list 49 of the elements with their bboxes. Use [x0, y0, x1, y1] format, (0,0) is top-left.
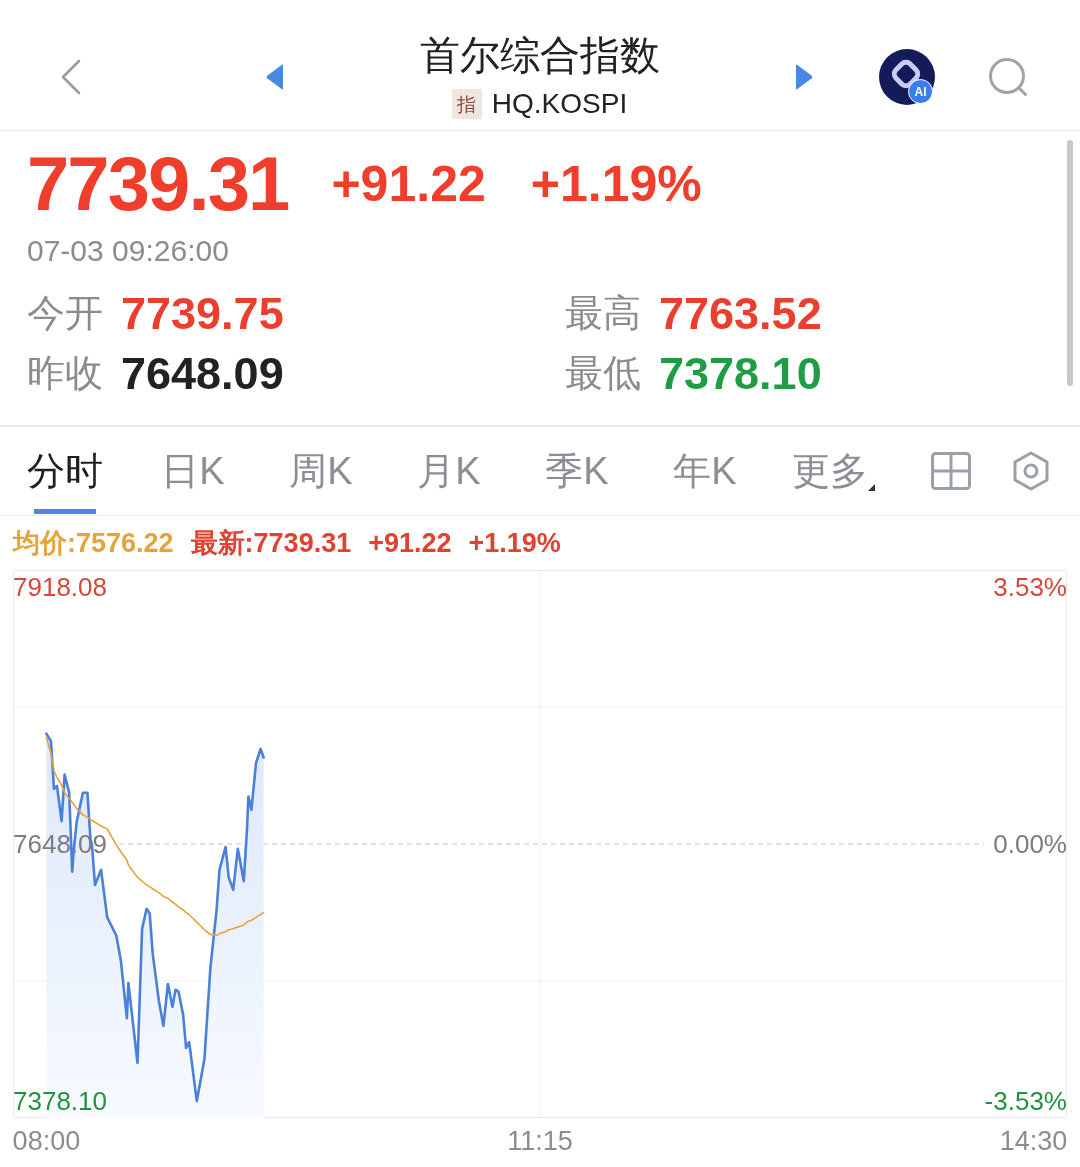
chart-legend-text: +91.22 — [368, 529, 452, 557]
price-axis-label: 7378.10 — [13, 1088, 107, 1114]
grid-icon — [931, 452, 971, 490]
index-title: 首尔综合指数 — [419, 35, 660, 75]
left-triangle-icon — [266, 64, 284, 90]
chart-period-tab[interactable]: 更多 — [769, 427, 897, 515]
stat-label: 今开 — [27, 294, 103, 332]
last-price: 7739.31 — [27, 146, 289, 222]
stat-label: 昨收 — [27, 354, 103, 392]
index-code: HQ.KOSPI — [491, 90, 628, 118]
chart-period-tab[interactable]: 分时 — [1, 427, 129, 515]
percent-change: +1.19% — [530, 159, 702, 209]
ai-assistant-button[interactable]: AI — [879, 49, 935, 105]
next-index-button[interactable] — [795, 64, 813, 90]
search-button[interactable] — [988, 57, 1028, 97]
chart-legend-text: +1.19% — [468, 529, 561, 557]
quote-timestamp: 07-03 09:26:00 — [27, 236, 229, 266]
settings-button[interactable] — [1013, 451, 1049, 491]
percent-axis-label: -3.53% — [984, 1088, 1067, 1114]
back-chevron-icon — [60, 59, 82, 95]
search-icon — [988, 57, 1028, 97]
stat-value: 7648.09 — [121, 350, 284, 396]
percent-axis-label: 3.53% — [993, 574, 1067, 600]
chart-period-tab[interactable]: 年K — [641, 427, 769, 515]
back-button[interactable] — [60, 59, 82, 95]
index-type-badge: 指 — [451, 89, 482, 119]
chart-period-tab[interactable]: 周K — [257, 427, 385, 515]
price-axis-label: 7918.08 — [13, 574, 107, 600]
percent-axis-label: 0.00% — [993, 831, 1067, 857]
stat-label: 最低 — [565, 354, 641, 392]
price-change: +91.22 — [331, 159, 486, 209]
grid-layout-button[interactable] — [931, 452, 971, 490]
stat-value: 7763.52 — [659, 290, 822, 336]
chart-period-tab[interactable]: 日K — [129, 427, 257, 515]
stat-value: 7378.10 — [659, 350, 822, 396]
time-axis-label: 11:15 — [507, 1128, 573, 1155]
chart-legend-text: 均价:7576.22 — [13, 529, 174, 557]
chart-legend-text: 最新:7739.31 — [190, 529, 352, 557]
previous-index-button[interactable] — [266, 64, 284, 90]
selected-tab-underline — [34, 509, 96, 514]
time-axis-label: 14:30 — [999, 1128, 1068, 1155]
time-axis-label: 08:00 — [12, 1128, 81, 1155]
stat-label: 最高 — [565, 294, 641, 332]
right-triangle-icon — [795, 64, 813, 90]
settings-icon — [1013, 451, 1049, 491]
stat-value: 7739.75 — [121, 290, 284, 336]
chart-period-tab[interactable]: 月K — [385, 427, 513, 515]
dropdown-triangle-icon — [867, 484, 875, 491]
chart-period-tab[interactable]: 季K — [513, 427, 641, 515]
